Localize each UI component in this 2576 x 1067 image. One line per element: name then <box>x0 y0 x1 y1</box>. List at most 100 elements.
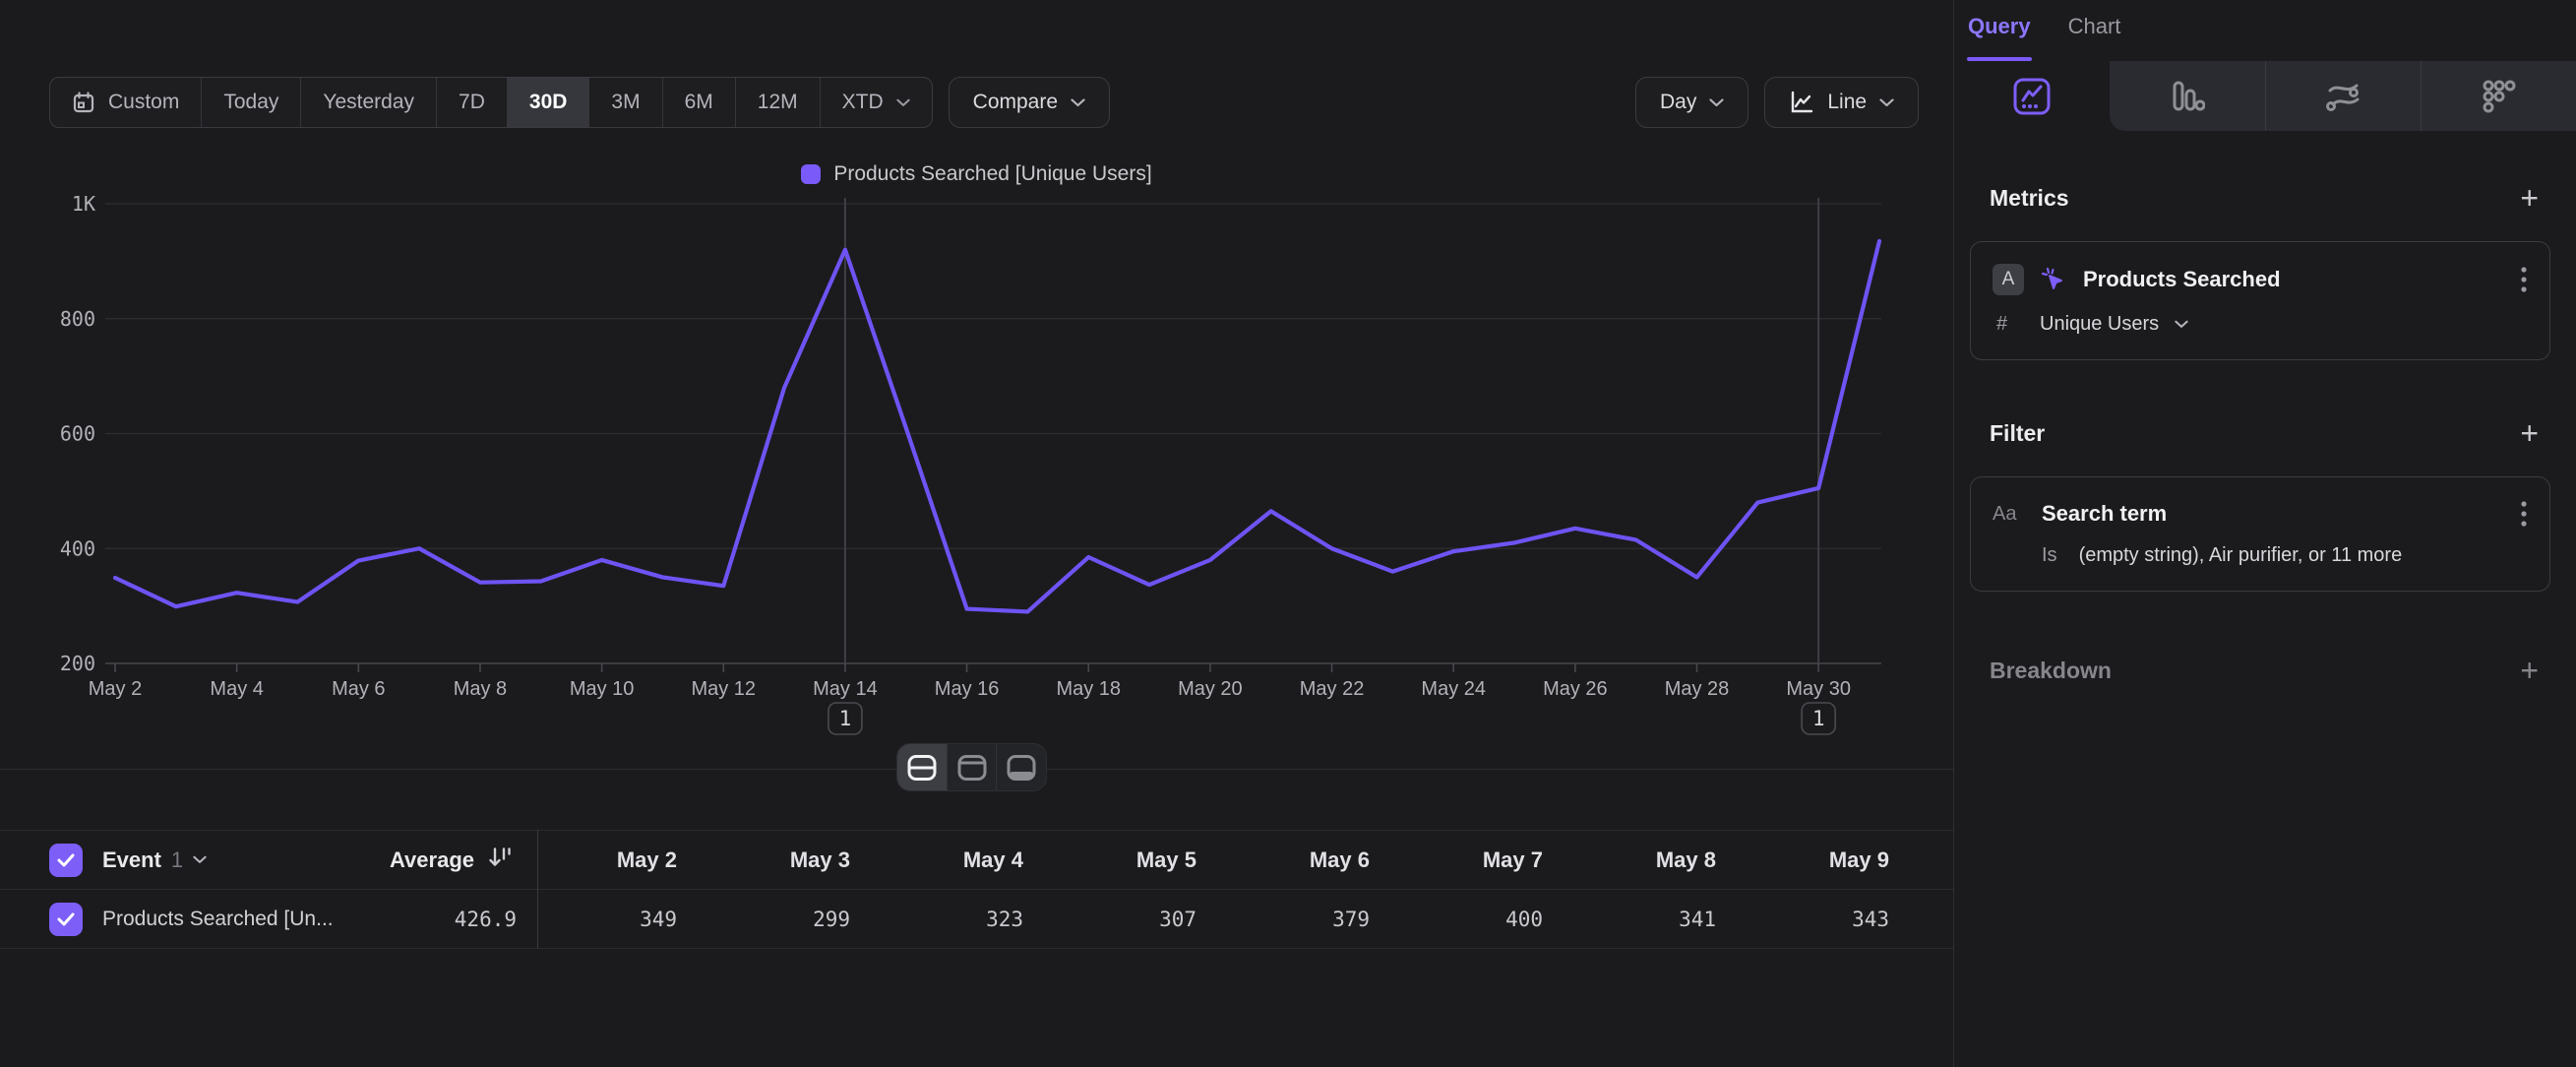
event-column-header[interactable]: Event 1 <box>102 847 207 873</box>
x-tick-label: May 2 <box>89 678 142 700</box>
sort-icon[interactable] <box>488 846 512 874</box>
bar-chart-icon <box>2170 80 2205 113</box>
chart-type-label: Line <box>1827 91 1867 114</box>
tab-retention-chart[interactable] <box>2421 61 2576 131</box>
range-6m[interactable]: 6M <box>663 78 736 127</box>
cell-value: 343 <box>1732 908 1889 931</box>
date-column-header[interactable]: May 3 <box>693 847 850 873</box>
tab-bar-chart[interactable] <box>2110 61 2265 131</box>
average-column-header[interactable]: Average <box>295 847 474 873</box>
event-count: 1 <box>171 847 183 873</box>
x-tick-label: May 26 <box>1543 678 1608 700</box>
date-column-header[interactable]: May 7 <box>1385 847 1543 873</box>
x-tick-label: May 24 <box>1421 678 1486 700</box>
query-panel: Query Chart Metrics + A Products Searche… <box>1953 0 2576 1067</box>
x-tick-label: May 30 <box>1786 678 1851 700</box>
x-tick-label: May 12 <box>691 678 756 700</box>
kebab-menu-icon[interactable] <box>2520 499 2528 529</box>
date-column-header[interactable]: May 9 <box>1732 847 1889 873</box>
cell-value: 307 <box>1039 908 1196 931</box>
split-view-toggle[interactable] <box>897 744 948 790</box>
date-column-header[interactable]: May 5 <box>1039 847 1196 873</box>
chart-type-button[interactable]: Line <box>1764 77 1919 128</box>
chart-only-icon <box>956 754 988 782</box>
add-breakdown-button[interactable]: + <box>2520 655 2539 686</box>
filter-section-header: Filter + <box>1954 417 2576 449</box>
metrics-section-header: Metrics + <box>1954 182 2576 214</box>
range-today[interactable]: Today <box>202 78 301 127</box>
breakdown-title: Breakdown <box>1990 658 2112 684</box>
x-tick-label: May 8 <box>454 678 507 700</box>
range-custom[interactable]: Custom <box>50 78 202 127</box>
view-toggle <box>896 743 1047 791</box>
event-pointer-icon <box>2040 266 2067 293</box>
range-xtd[interactable]: XTD <box>821 78 932 127</box>
date-toolbar: CustomTodayYesterday7D30D3M6M12MXTD Comp… <box>49 77 1110 128</box>
event-checkbox[interactable] <box>49 844 83 877</box>
insights-line-icon <box>2012 77 2052 116</box>
series-line[interactable] <box>115 241 1879 612</box>
chevron-down-icon <box>896 98 910 107</box>
column-divider <box>537 830 538 949</box>
check-icon <box>57 912 75 926</box>
cell-value: 341 <box>1559 908 1716 931</box>
aggregation-selector[interactable]: Unique Users <box>2040 313 2159 336</box>
add-filter-button[interactable]: + <box>2520 417 2539 449</box>
tab-insights-chart[interactable] <box>1954 61 2110 131</box>
compare-button[interactable]: Compare <box>949 77 1110 128</box>
x-tick-label: May 22 <box>1300 678 1365 700</box>
annotation-badge-label: 1 <box>1812 707 1825 730</box>
active-tab-underline <box>1967 57 2032 61</box>
table-only-toggle[interactable] <box>997 744 1046 790</box>
metrics-title: Metrics <box>1990 185 2069 212</box>
metric-card[interactable]: A Products Searched # Unique Users <box>1970 241 2550 360</box>
date-column-header[interactable]: May 8 <box>1559 847 1716 873</box>
filter-title: Filter <box>1990 420 2045 447</box>
date-column-header[interactable]: May 2 <box>520 847 677 873</box>
chevron-down-icon <box>1071 98 1085 107</box>
x-tick-label: May 18 <box>1056 678 1121 700</box>
calendar-icon <box>72 91 95 114</box>
filter-value[interactable]: (empty string), Air purifier, or 11 more <box>2079 544 2403 567</box>
y-tick-label: 800 <box>60 307 95 331</box>
tab-flow-chart[interactable] <box>2265 61 2421 131</box>
panel-tabs: Query Chart <box>1954 0 2576 61</box>
cell-value: 400 <box>1385 908 1543 931</box>
add-metric-button[interactable]: + <box>2520 182 2539 214</box>
date-column-header[interactable]: May 6 <box>1212 847 1370 873</box>
retention-dots-icon <box>2481 78 2518 115</box>
table-row[interactable]: Products Searched [Un... 426.9 349299323… <box>0 890 1953 949</box>
date-column-header[interactable]: May 4 <box>866 847 1023 873</box>
annotation-badge-label: 1 <box>839 707 852 730</box>
range-30d[interactable]: 30D <box>508 78 590 127</box>
cell-value: 379 <box>1212 908 1370 931</box>
granularity-button[interactable]: Day <box>1635 77 1748 128</box>
x-tick-label: May 6 <box>332 678 385 700</box>
row-checkbox[interactable] <box>49 903 83 936</box>
x-tick-label: May 14 <box>813 678 878 700</box>
kebab-menu-icon[interactable] <box>2520 265 2528 294</box>
range-yesterday[interactable]: Yesterday <box>301 78 437 127</box>
x-tick-label: May 4 <box>210 678 263 700</box>
range-12m[interactable]: 12M <box>736 78 821 127</box>
x-tick-label: May 20 <box>1178 678 1243 700</box>
chevron-down-icon <box>2175 320 2188 329</box>
metric-letter-badge: A <box>1993 264 2024 295</box>
compare-label: Compare <box>973 91 1058 114</box>
tab-query[interactable]: Query <box>1968 14 2031 61</box>
row-series-name: Products Searched [Un... <box>102 908 334 931</box>
filter-operator[interactable]: Is <box>2042 544 2057 567</box>
range-7d[interactable]: 7D <box>437 78 508 127</box>
chart-controls: Day Line <box>1635 77 1919 128</box>
string-property-icon: Aa <box>1993 503 2026 526</box>
x-tick-label: May 10 <box>570 678 635 700</box>
cell-value: 349 <box>520 908 677 931</box>
chart-only-toggle[interactable] <box>948 744 998 790</box>
line-chart-canvas[interactable]: 1K80060040020011May 2May 4May 6May 8May … <box>0 128 1953 778</box>
report-main-area: CustomTodayYesterday7D30D3M6M12MXTD Comp… <box>0 0 1953 1067</box>
tab-chart[interactable]: Chart <box>2068 14 2121 61</box>
breakdown-section-header: Breakdown + <box>1954 655 2576 686</box>
filter-card[interactable]: Aa Search term Is (empty string), Air pu… <box>1970 476 2550 592</box>
range-3m[interactable]: 3M <box>589 78 662 127</box>
x-tick-label: May 28 <box>1665 678 1730 700</box>
